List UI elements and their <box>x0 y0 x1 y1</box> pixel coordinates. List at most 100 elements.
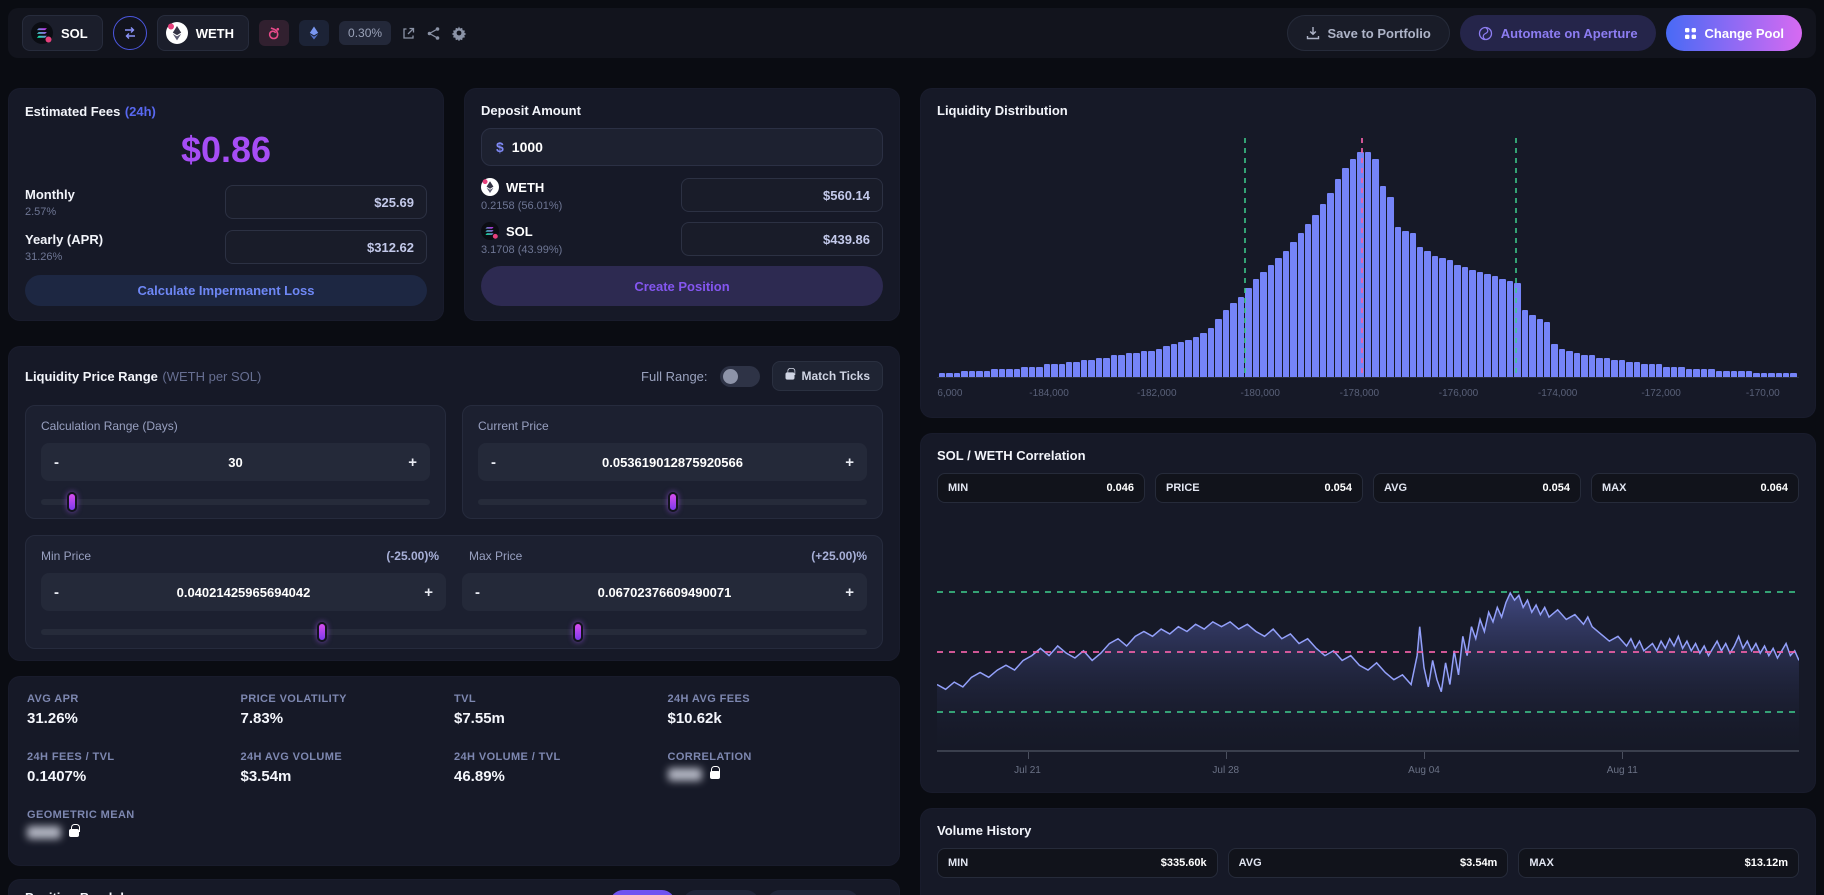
current-price-slider[interactable] <box>478 499 867 505</box>
avg-stat-box: AVG0.054 <box>1373 473 1581 503</box>
monthly-fees-field[interactable]: $25.69 <box>225 185 427 219</box>
histogram-bar <box>1096 358 1102 378</box>
decrement-button[interactable]: - <box>475 584 489 601</box>
stat-cell: 24H FEES / TVL0.1407% <box>27 751 241 785</box>
increment-button[interactable]: + <box>840 584 854 601</box>
histogram-bar <box>1559 349 1565 378</box>
create-position-button[interactable]: Create Position <box>481 266 883 306</box>
increment-button[interactable]: + <box>840 454 854 471</box>
histogram-bar <box>1230 303 1236 378</box>
max-price-value[interactable]: 0.06702376609490071 <box>489 585 840 600</box>
max-price-marker <box>1515 138 1517 378</box>
histogram-bar <box>1305 224 1311 378</box>
stat-value: $10.62k <box>668 710 882 727</box>
min-price-stepper: - 0.04021425965694042 + <box>41 573 446 611</box>
deposit-amount-input[interactable]: $ 1000 <box>481 128 883 166</box>
histogram-bar <box>1604 358 1610 378</box>
increment-button[interactable]: + <box>403 454 417 471</box>
decrement-button[interactable]: - <box>54 584 68 601</box>
stat-box-label: MIN <box>948 482 968 494</box>
x-tick-label: -176,000 <box>1439 388 1478 399</box>
volume-history-title: Volume History <box>937 823 1799 838</box>
min-price-thumb[interactable] <box>317 622 327 642</box>
match-ticks-button[interactable]: Match Ticks <box>772 361 883 391</box>
swap-tokens-button[interactable] <box>113 16 147 50</box>
stat-box-label: AVG <box>1384 482 1407 494</box>
histogram-bar <box>1566 351 1572 378</box>
stat-value <box>668 768 882 781</box>
uniswap-dex-badge[interactable] <box>259 20 289 46</box>
histogram-bar <box>1066 362 1072 378</box>
stat-box-value: $335.60k <box>1161 857 1207 869</box>
breakdown-toggle[interactable]: By Position <box>767 890 859 895</box>
stat-cell: TVL$7.55m <box>454 693 668 727</box>
monthly-label: Monthly <box>25 187 75 202</box>
stat-label: 24H AVG VOLUME <box>241 751 455 763</box>
breakdown-toggle[interactable]: $ Price <box>610 890 675 895</box>
calculation-range-value[interactable]: 30 <box>68 455 403 470</box>
weth-amount-field[interactable]: $560.14 <box>681 178 883 212</box>
currency-symbol: $ <box>496 139 504 155</box>
full-range-toggle[interactable] <box>720 366 760 387</box>
max-price-thumb[interactable] <box>573 622 583 642</box>
max-stat-box: MAX0.064 <box>1591 473 1799 503</box>
x-tick-label: -174,000 <box>1538 388 1577 399</box>
histogram-bar <box>1380 186 1386 378</box>
sol-amount-field[interactable]: $439.86 <box>681 222 883 256</box>
share-icon[interactable] <box>426 26 441 41</box>
x-tick-mark <box>1424 752 1425 759</box>
position-breakdown-panel: Position Breakdown $ PriceBy ValueBy Pos… <box>8 879 900 895</box>
token1-label: WETH <box>196 26 234 41</box>
histogram-bar <box>1327 193 1333 378</box>
breakdown-toggle[interactable]: By Value <box>683 890 759 895</box>
avg-stat-box: AVG$3.54m <box>1228 848 1509 878</box>
liquidity-distribution-chart[interactable]: 6,000-184,000-182,000-180,000-178,000-17… <box>937 124 1799 403</box>
stat-box-value: 0.054 <box>1324 482 1352 494</box>
token0-selector[interactable]: SOL <box>22 15 103 51</box>
histogram-bar <box>1544 322 1550 379</box>
left-column: Estimated Fees (24h) $0.86 Monthly 2.57%… <box>8 88 900 895</box>
volume-stat-boxes: MIN$335.60kAVG$3.54mMAX$13.12m <box>937 848 1799 878</box>
correlation-panel: SOL / WETH Correlation MIN0.046PRICE0.05… <box>920 433 1816 793</box>
external-link-icon[interactable] <box>401 26 416 41</box>
histogram-bar <box>1208 328 1214 378</box>
change-pool-button[interactable]: Change Pool <box>1666 15 1802 51</box>
calculation-range-label: Calculation Range (Days) <box>41 419 430 433</box>
increment-button[interactable]: + <box>419 584 433 601</box>
decrement-button[interactable]: - <box>491 454 505 471</box>
current-price-line <box>937 651 1799 653</box>
automate-on-aperture-button[interactable]: Automate on Aperture <box>1460 15 1656 51</box>
stat-cell: CORRELATION <box>668 751 882 785</box>
fee-tier-value: 0.30% <box>348 26 382 40</box>
x-tick-mark <box>1028 752 1029 759</box>
ethereum-network-badge[interactable] <box>299 20 329 46</box>
yearly-fees-field[interactable]: $312.62 <box>225 230 427 264</box>
histogram-bar <box>1342 168 1348 378</box>
stat-box-value: 0.064 <box>1760 482 1788 494</box>
histogram-bar <box>1185 340 1191 378</box>
histogram-bar <box>1268 265 1274 378</box>
x-tick-label: Jul 28 <box>1212 765 1239 776</box>
pool-stats-panel: AVG APR31.26%PRICE VOLATILITY7.83%TVL$7.… <box>8 676 900 866</box>
stat-box-label: PRICE <box>1166 482 1200 494</box>
price-range-dual-slider[interactable] <box>41 629 867 635</box>
slider-thumb[interactable] <box>668 492 678 512</box>
masked-value <box>668 768 702 781</box>
calculation-range-slider[interactable] <box>41 499 430 505</box>
histogram-bar <box>1103 358 1109 378</box>
slider-thumb[interactable] <box>67 492 77 512</box>
save-to-portfolio-button[interactable]: Save to Portfolio <box>1287 15 1450 51</box>
token1-selector[interactable]: WETH <box>157 15 249 51</box>
correlation-chart[interactable]: Jul 21Jul 28Aug 04Aug 11 <box>937 511 1799 778</box>
histogram-bar <box>1537 319 1543 378</box>
correlation-plot <box>937 511 1799 752</box>
min-price-value[interactable]: 0.04021425965694042 <box>68 585 419 600</box>
settings-gear-icon[interactable] <box>451 25 467 41</box>
breakdown-toggle-group: $ Price By Value By Position <box>610 890 859 895</box>
calculate-impermanent-loss-button[interactable]: Calculate Impermanent Loss <box>25 275 427 306</box>
histogram-bar <box>1596 358 1602 378</box>
current-price-value[interactable]: 0.053619012875920566 <box>505 455 840 470</box>
correlation-x-axis <box>937 750 1799 752</box>
ethereum-icon <box>308 26 320 40</box>
decrement-button[interactable]: - <box>54 454 68 471</box>
